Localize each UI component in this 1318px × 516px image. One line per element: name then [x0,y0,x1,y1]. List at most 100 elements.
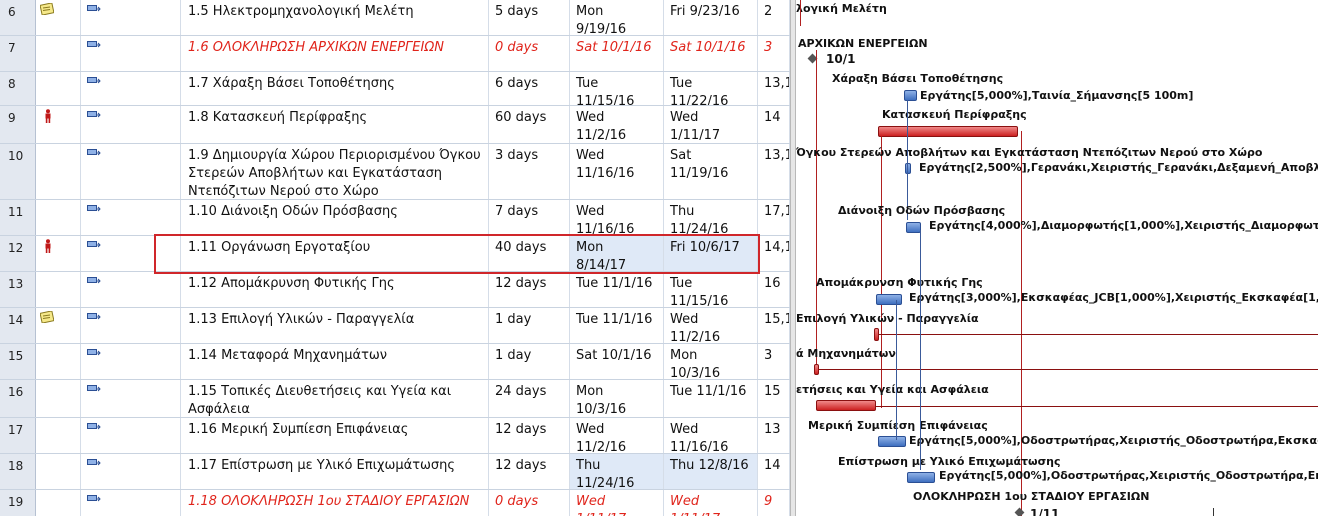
task-row[interactable]: 8 1.7 Χάραξη Βάσει Τοποθέτησης 6 days Tue 1… [0,72,790,106]
row-id-cell[interactable]: 13 [0,272,36,307]
row-id-cell[interactable]: 10 [0,144,36,199]
predecessors-cell[interactable]: 3 [758,344,790,379]
indicator-cell[interactable] [36,36,81,71]
start-cell[interactable]: Thu 11/24/16 [570,454,664,489]
row-id-cell[interactable]: 18 [0,454,36,489]
indicator-cell[interactable] [36,106,81,143]
finish-cell[interactable]: Wed 11/2/16 [664,308,758,343]
indicator-cell[interactable] [36,72,81,105]
task-name-cell[interactable]: 1.15 Τοπικές Διευθετήσεις και Υγεία και … [181,380,489,417]
note-icon[interactable] [40,311,54,323]
duration-cell[interactable]: 1 day [489,344,570,379]
duration-cell[interactable]: 3 days [489,144,570,199]
duration-cell[interactable]: 7 days [489,200,570,235]
task-row[interactable]: 19 1.18 ΟΛΟΚΛΗΡΩΣΗ 1ου ΣΤΑΔΙΟΥ ΕΡΓΑΣΙΩΝ 0 … [0,490,790,516]
predecessors-cell[interactable]: 13,14 [758,72,790,105]
finish-cell[interactable]: Wed 1/11/17 [664,106,758,143]
task-mode-cell[interactable] [81,36,181,71]
task-name-cell[interactable]: 1.5 Ηλεκτρομηχανολογική Μελέτη [181,0,489,35]
finish-cell[interactable]: Mon 10/3/16 [664,344,758,379]
finish-cell[interactable]: Tue 11/22/16 [664,72,758,105]
task-mode-cell[interactable] [81,344,181,379]
start-cell[interactable]: Sat 10/1/16 [570,344,664,379]
finish-cell[interactable]: Fri 9/23/16 [664,0,758,35]
start-cell[interactable]: Tue 11/1/16 [570,308,664,343]
duration-cell[interactable]: 6 days [489,72,570,105]
start-cell[interactable]: Wed 11/16/16 [570,200,664,235]
task-mode-cell[interactable] [81,418,181,453]
task-name-cell[interactable]: 1.7 Χάραξη Βάσει Τοποθέτησης [181,72,489,105]
task-bar[interactable] [876,294,902,305]
predecessors-cell[interactable]: 16 [758,272,790,307]
indicator-cell[interactable] [36,144,81,199]
task-bar[interactable] [906,222,921,233]
task-row[interactable]: 10 1.9 Δημιουργία Χώρου Περιορισμένου Όγκ… [0,144,790,200]
task-mode-cell[interactable] [81,144,181,199]
predecessors-cell[interactable]: 2 [758,0,790,35]
indicator-cell[interactable] [36,344,81,379]
critical-task-bar[interactable] [816,400,876,411]
predecessors-cell[interactable]: 14 [758,106,790,143]
start-cell[interactable]: Tue 11/1/16 [570,272,664,307]
finish-cell[interactable]: Wed 1/11/17 [664,490,758,516]
duration-cell[interactable]: 12 days [489,272,570,307]
task-bar[interactable] [878,436,906,447]
task-name-cell[interactable]: 1.16 Μερική Συμπίεση Επιφάνειας [181,418,489,453]
duration-cell[interactable]: 12 days [489,418,570,453]
start-cell[interactable]: Mon 10/3/16 [570,380,664,417]
task-bar[interactable] [904,90,917,101]
finish-cell[interactable]: Tue 11/15/16 [664,272,758,307]
task-bar[interactable] [905,163,911,174]
predecessors-cell[interactable]: 13 [758,418,790,453]
task-row[interactable]: 14 1.13 Επιλογή Υλικών - Παραγγελία 1 day T… [0,308,790,344]
row-id-cell[interactable]: 17 [0,418,36,453]
predecessors-cell[interactable]: 13,14 [758,144,790,199]
indicator-cell[interactable] [36,380,81,417]
duration-cell[interactable]: 60 days [489,106,570,143]
predecessors-cell[interactable]: 15 [758,380,790,417]
task-bar[interactable] [907,472,935,483]
start-cell[interactable]: Wed 11/2/16 [570,418,664,453]
start-cell[interactable]: Wed 11/2/16 [570,106,664,143]
task-mode-cell[interactable] [81,106,181,143]
task-row[interactable]: 7 1.6 ΟΛΟΚΛΗΡΩΣΗ ΑΡΧΙΚΩΝ ΕΝΕΡΓΕΙΩΝ 0 days S… [0,36,790,72]
task-name-cell[interactable]: 1.18 ΟΛΟΚΛΗΡΩΣΗ 1ου ΣΤΑΔΙΟΥ ΕΡΓΑΣΙΩΝ [181,490,489,516]
indicator-cell[interactable] [36,418,81,453]
start-cell[interactable]: Wed 1/11/17 [570,490,664,516]
duration-cell[interactable]: 12 days [489,454,570,489]
predecessors-cell[interactable]: 3 [758,36,790,71]
task-mode-cell[interactable] [81,0,181,35]
row-id-cell[interactable]: 12 [0,236,36,271]
task-row[interactable]: 17 1.16 Μερική Συμπίεση Επιφάνειας 12 days… [0,418,790,454]
task-name-cell[interactable]: 1.14 Μεταφορά Μηχανημάτων [181,344,489,379]
task-row[interactable]: 13 1.12 Απομάκρυνση Φυτικής Γης 12 days Tue… [0,272,790,308]
task-name-cell[interactable]: 1.12 Απομάκρυνση Φυτικής Γης [181,272,489,307]
finish-cell[interactable]: Wed 11/16/16 [664,418,758,453]
row-id-cell[interactable]: 16 [0,380,36,417]
predecessors-cell[interactable]: 14 [758,454,790,489]
row-id-cell[interactable]: 19 [0,490,36,516]
row-id-cell[interactable]: 8 [0,72,36,105]
task-name-cell[interactable]: 1.13 Επιλογή Υλικών - Παραγγελία [181,308,489,343]
person-icon[interactable] [44,109,52,123]
task-row[interactable]: 15 1.14 Μεταφορά Μηχανημάτων 1 day Sat 10/1… [0,344,790,380]
indicator-cell[interactable] [36,454,81,489]
finish-cell[interactable]: Thu 12/8/16 [664,454,758,489]
finish-cell[interactable]: Sat 11/19/16 [664,144,758,199]
duration-cell[interactable]: 5 days [489,0,570,35]
indicator-cell[interactable] [36,236,81,271]
indicator-cell[interactable] [36,490,81,516]
start-cell[interactable]: Wed 11/16/16 [570,144,664,199]
task-name-cell[interactable]: 1.10 Διάνοιξη Οδών Πρόσβασης [181,200,489,235]
task-row[interactable]: 16 1.15 Τοπικές Διευθετήσεις και Υγεία κα… [0,380,790,418]
task-row[interactable]: 11 1.10 Διάνοιξη Οδών Πρόσβασης 7 days Wed … [0,200,790,236]
predecessors-cell[interactable]: 14,1 [758,236,790,271]
start-cell[interactable]: Mon 9/19/16 [570,0,664,35]
duration-cell[interactable]: 24 days [489,380,570,417]
task-name-cell[interactable]: 1.9 Δημιουργία Χώρου Περιορισμένου Όγκου… [181,144,489,199]
task-mode-cell[interactable] [81,72,181,105]
indicator-cell[interactable] [36,0,81,35]
row-id-cell[interactable]: 7 [0,36,36,71]
row-id-cell[interactable]: 14 [0,308,36,343]
task-name-cell[interactable]: 1.17 Επίστρωση με Υλικό Επιχωμάτωσης [181,454,489,489]
